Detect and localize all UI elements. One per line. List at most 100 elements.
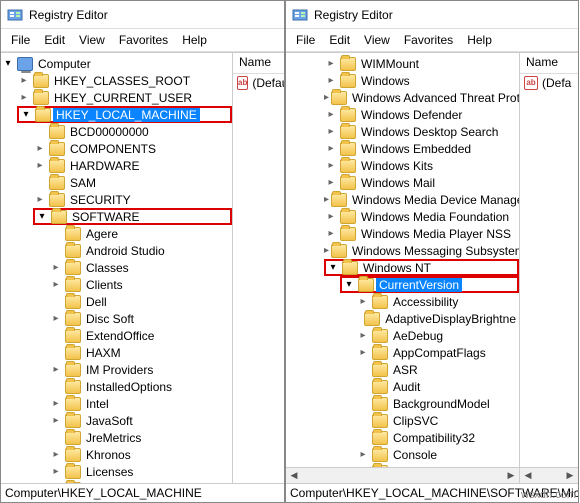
scroll-right-icon[interactable]: ▶ xyxy=(503,469,519,483)
tree-item[interactable]: ▸IM Providers xyxy=(49,361,232,378)
tree-item[interactable]: ▸SECURITY xyxy=(33,191,232,208)
menu-edit[interactable]: Edit xyxy=(323,31,356,49)
chevron-down-icon[interactable]: ▾ xyxy=(35,210,49,224)
tree-pane[interactable]: ▾Computer ▸HKEY_CLASSES_ROOT ▸HKEY_CURRE… xyxy=(1,53,233,483)
chevron-right-icon[interactable]: ▸ xyxy=(356,295,370,309)
tree-item[interactable]: JreMetrics xyxy=(49,429,232,446)
chevron-right-icon[interactable]: ▸ xyxy=(356,329,370,343)
scroll-left-icon[interactable]: ◀ xyxy=(286,469,302,483)
tree-item[interactable]: ▸Windows Advanced Threat Prot xyxy=(324,89,519,106)
chevron-right-icon[interactable]: ▸ xyxy=(33,159,47,173)
tree-computer[interactable]: ▾Computer ▸HKEY_CLASSES_ROOT ▸HKEY_CURRE… xyxy=(1,55,232,483)
chevron-right-icon[interactable]: ▸ xyxy=(33,142,47,156)
tree-item[interactable]: ▸AppCompatFlags xyxy=(356,344,519,361)
tree-item[interactable]: ▸Windows Desktop Search xyxy=(324,123,519,140)
chevron-right-icon[interactable]: ▸ xyxy=(324,210,338,224)
chevron-right-icon[interactable]: ▸ xyxy=(324,227,338,241)
column-header-name[interactable]: Name xyxy=(520,53,578,74)
chevron-right-icon[interactable]: ▸ xyxy=(17,74,31,88)
menu-help[interactable]: Help xyxy=(176,31,213,49)
chevron-right-icon[interactable]: ▸ xyxy=(324,193,329,207)
tree-item[interactable]: ▸Windows Media Player NSS xyxy=(324,225,519,242)
tree-item[interactable]: ▸COMPONENTS xyxy=(33,140,232,157)
tree-item[interactable]: LSI xyxy=(49,480,232,483)
chevron-right-icon[interactable]: ▸ xyxy=(324,176,338,190)
chevron-right-icon[interactable]: ▸ xyxy=(324,74,338,88)
tree-item[interactable]: Android Studio xyxy=(49,242,232,259)
tree-item[interactable]: SAM xyxy=(33,174,232,191)
tree-item[interactable]: ▸Accessibility xyxy=(356,293,519,310)
chevron-right-icon[interactable]: ▸ xyxy=(324,125,338,139)
tree-item[interactable]: ▸Windows Media Foundation xyxy=(324,208,519,225)
menu-file[interactable]: File xyxy=(290,31,321,49)
tree-item[interactable]: BackgroundModel xyxy=(356,395,519,412)
tree-currentversion[interactable]: ▾CurrentVersion▸AccessibilityAdaptiveDis… xyxy=(340,276,519,483)
chevron-right-icon[interactable]: ▸ xyxy=(324,57,338,71)
tree-item[interactable]: Dell xyxy=(49,293,232,310)
data-pane[interactable]: Name ab (Defau xyxy=(233,53,284,483)
menu-view[interactable]: View xyxy=(358,31,396,49)
tree-item[interactable]: ▸Windows Defender xyxy=(324,106,519,123)
chevron-right-icon[interactable]: ▸ xyxy=(356,448,370,462)
chevron-right-icon[interactable]: ▸ xyxy=(324,244,329,258)
chevron-right-icon[interactable]: ▸ xyxy=(324,142,338,156)
menu-file[interactable]: File xyxy=(5,31,36,49)
tree-item[interactable]: AdaptiveDisplayBrightne xyxy=(356,310,519,327)
scroll-right-icon[interactable]: ▶ xyxy=(562,469,578,483)
tree-item[interactable]: ▸Windows Embedded xyxy=(324,140,519,157)
tree-item[interactable]: InstalledOptions xyxy=(49,378,232,395)
tree-item[interactable]: ▸Intel xyxy=(49,395,232,412)
chevron-right-icon[interactable]: ▸ xyxy=(33,193,47,207)
tree-item[interactable]: ▸WIMMount xyxy=(324,55,519,72)
tree-item[interactable]: ASR xyxy=(356,361,519,378)
tree-item[interactable]: ▸Khronos xyxy=(49,446,232,463)
tree-item[interactable]: ▸HKEY_CURRENT_USER xyxy=(17,89,232,106)
chevron-right-icon[interactable]: ▸ xyxy=(324,91,329,105)
chevron-right-icon[interactable]: ▸ xyxy=(17,91,31,105)
menu-help[interactable]: Help xyxy=(461,31,498,49)
titlebar[interactable]: Registry Editor xyxy=(1,1,284,29)
tree-item[interactable]: ▸Windows Mail xyxy=(324,174,519,191)
tree-item[interactable]: ClipSVC xyxy=(356,412,519,429)
chevron-right-icon[interactable]: ▸ xyxy=(49,397,63,411)
column-header-name[interactable]: Name xyxy=(233,53,284,74)
tree-item[interactable]: BCD00000000 xyxy=(33,123,232,140)
tree-pane[interactable]: ▸WIMMount▸Windows▸Windows Advanced Threa… xyxy=(286,53,520,483)
menu-favorites[interactable]: Favorites xyxy=(113,31,174,49)
scrollbar-horizontal[interactable]: ◀ ▶ xyxy=(520,467,578,483)
tree-item[interactable]: ▸Windows Media Device Manage xyxy=(324,191,519,208)
chevron-down-icon[interactable]: ▾ xyxy=(19,108,33,122)
tree-item[interactable]: ▸Console xyxy=(356,446,519,463)
chevron-right-icon[interactable]: ▸ xyxy=(324,108,338,122)
scrollbar-horizontal[interactable]: ◀ ▶ xyxy=(286,467,519,483)
data-pane[interactable]: Name ab (Defa ◀ ▶ xyxy=(520,53,578,483)
tree-item[interactable]: ▸Windows Messaging Subsystem xyxy=(324,242,519,259)
value-default[interactable]: ab (Defau xyxy=(233,74,284,92)
chevron-right-icon[interactable]: ▸ xyxy=(49,465,63,479)
chevron-right-icon[interactable]: ▸ xyxy=(324,159,338,173)
tree-item[interactable]: ExtendOffice xyxy=(49,327,232,344)
menu-view[interactable]: View xyxy=(73,31,111,49)
value-default[interactable]: ab (Defa xyxy=(520,74,578,92)
chevron-right-icon[interactable]: ▸ xyxy=(49,278,63,292)
tree-item[interactable]: ▸AeDebug xyxy=(356,327,519,344)
tree-software[interactable]: ▾SOFTWARE AgereAndroid Studio▸Classes▸Cl… xyxy=(33,208,232,483)
chevron-down-icon[interactable]: ▾ xyxy=(1,57,15,71)
chevron-right-icon[interactable]: ▸ xyxy=(49,261,63,275)
tree-item[interactable]: ▸Classes xyxy=(49,259,232,276)
tree-item[interactable]: Agere xyxy=(49,225,232,242)
chevron-down-icon[interactable]: ▾ xyxy=(326,261,340,275)
tree-item[interactable]: ▸Windows Kits xyxy=(324,157,519,174)
menu-edit[interactable]: Edit xyxy=(38,31,71,49)
tree-hklm[interactable]: ▾HKEY_LOCAL_MACHINE BCD00000000 ▸COMPONE… xyxy=(17,106,232,483)
chevron-right-icon[interactable]: ▸ xyxy=(49,414,63,428)
tree-item[interactable]: Compatibility32 xyxy=(356,429,519,446)
scroll-left-icon[interactable]: ◀ xyxy=(520,469,536,483)
tree-item[interactable]: ▾Windows NT▾CurrentVersion▸Accessibility… xyxy=(324,259,519,483)
tree-item[interactable]: HAXM xyxy=(49,344,232,361)
tree-item[interactable]: ▸Clients xyxy=(49,276,232,293)
tree-item[interactable]: ▸Disc Soft xyxy=(49,310,232,327)
tree-item[interactable]: Audit xyxy=(356,378,519,395)
titlebar[interactable]: Registry Editor xyxy=(286,1,578,29)
menu-favorites[interactable]: Favorites xyxy=(398,31,459,49)
